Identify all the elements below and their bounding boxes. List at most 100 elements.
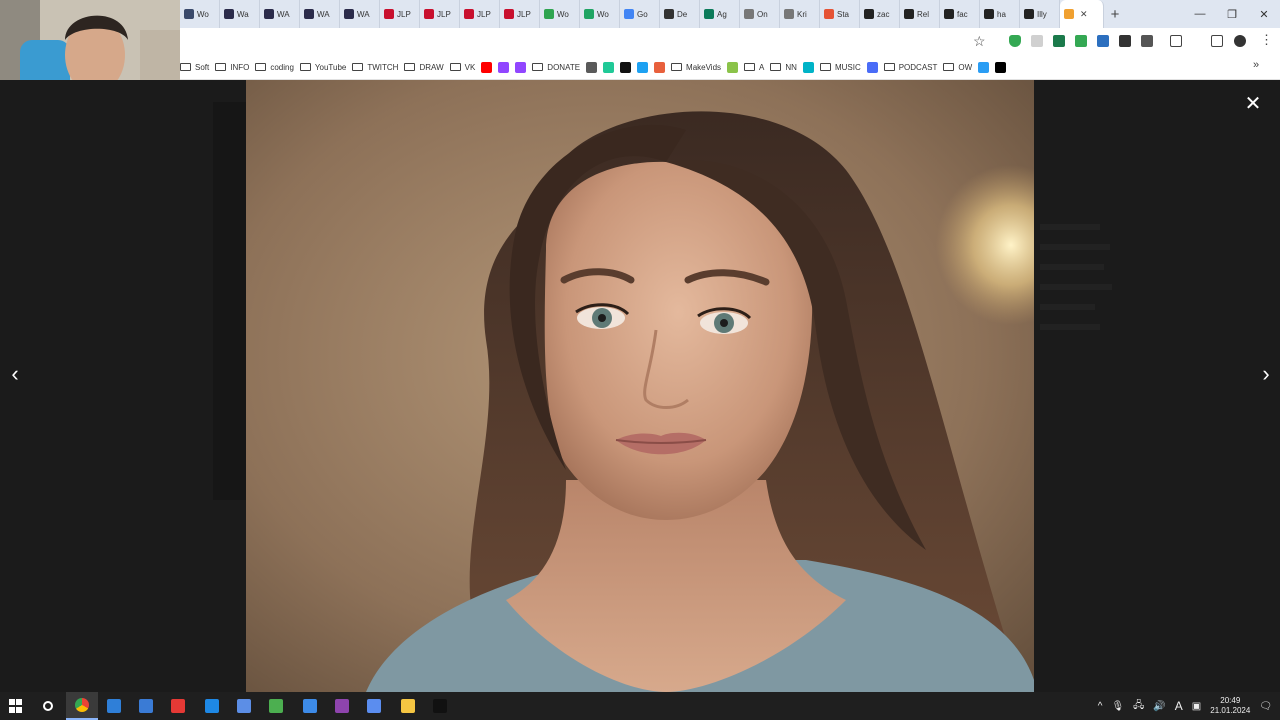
- bookmark-star-icon[interactable]: ☆: [973, 33, 986, 50]
- taskbar-search-button[interactable]: [32, 692, 64, 720]
- browser-tab[interactable]: WA: [300, 0, 340, 28]
- bookmark-folder[interactable]: DRAW: [404, 63, 449, 72]
- browser-tab[interactable]: Wo: [540, 0, 580, 28]
- bookmark-label: A: [759, 62, 765, 72]
- bookmark-folder[interactable]: coding: [255, 63, 300, 72]
- screen-icon[interactable]: ▣: [1192, 701, 1201, 712]
- browser-tab[interactable]: De: [660, 0, 700, 28]
- browser-tab[interactable]: WA: [260, 0, 300, 28]
- browser-tab[interactable]: JLP: [380, 0, 420, 28]
- bookmark-folder[interactable]: YouTube: [299, 63, 352, 72]
- grid-extension-icon[interactable]: [1053, 35, 1065, 47]
- menu-kebab-icon[interactable]: ⋮: [1260, 32, 1273, 48]
- next-image-button[interactable]: ›: [1255, 360, 1277, 388]
- restore-window-button[interactable]: ❐: [1216, 8, 1248, 21]
- taskbar-app-monitor-button[interactable]: [358, 692, 390, 720]
- close-tab-icon[interactable]: ✕: [1080, 9, 1088, 20]
- new-tab-button[interactable]: +: [1104, 6, 1126, 23]
- bookmark-folder[interactable]: INFO: [215, 63, 255, 72]
- taskbar-calculator-button[interactable]: [130, 692, 162, 720]
- bookmark-item[interactable]: [620, 61, 637, 73]
- browser-tab[interactable]: On: [740, 0, 780, 28]
- shield-extension-icon[interactable]: [1009, 35, 1021, 47]
- close-viewer-button[interactable]: ✕: [1242, 93, 1264, 115]
- r-extension-icon[interactable]: [1075, 35, 1087, 47]
- tab-favicon-icon: [784, 9, 794, 19]
- browser-tab[interactable]: Ag: [700, 0, 740, 28]
- background-page-panel: [213, 102, 248, 500]
- bookmark-folder[interactable]: DONATE: [532, 63, 586, 72]
- profile-avatar-icon[interactable]: [1234, 35, 1246, 47]
- bookmark-folder[interactable]: A: [744, 63, 770, 72]
- bookmark-folder[interactable]: OW: [943, 63, 978, 72]
- network-icon[interactable]: 🖧: [1133, 698, 1144, 715]
- browser-tab[interactable]: ha: [980, 0, 1020, 28]
- taskbar-screen-recorder-button[interactable]: [162, 692, 194, 720]
- browser-tab[interactable]: Sta: [820, 0, 860, 28]
- extension-a-icon[interactable]: [1031, 35, 1043, 47]
- taskbar-app-t-button[interactable]: [294, 692, 326, 720]
- close-window-button[interactable]: ✕: [1248, 8, 1280, 21]
- bookmark-item[interactable]: [515, 61, 532, 73]
- browser-tab[interactable]: JLP: [460, 0, 500, 28]
- bookmark-item[interactable]: [978, 61, 995, 73]
- bookmark-item[interactable]: [603, 61, 620, 73]
- taskbar-onenote-button[interactable]: [326, 692, 358, 720]
- bookmark-item[interactable]: [995, 61, 1012, 73]
- bookmark-folder[interactable]: VK: [449, 63, 482, 72]
- tray-expand-icon[interactable]: ^: [1098, 701, 1103, 712]
- taskbar-app-edge-button[interactable]: [196, 692, 228, 720]
- notifications-icon[interactable]: 🗨: [1259, 701, 1272, 712]
- puzzle-extensions-icon[interactable]: [1170, 35, 1182, 47]
- side-panel-icon[interactable]: [1211, 35, 1223, 47]
- volume-icon[interactable]: 🔊: [1153, 701, 1165, 712]
- bookmark-item[interactable]: [586, 61, 603, 73]
- browser-tab[interactable]: Wa: [220, 0, 260, 28]
- browser-tab[interactable]: JLP: [420, 0, 460, 28]
- bookmark-item[interactable]: [481, 61, 498, 73]
- bookmark-item[interactable]: [802, 61, 820, 73]
- taskbar-clock[interactable]: 20:49 21.01.2024: [1210, 696, 1250, 716]
- bookmark-item[interactable]: [637, 61, 654, 73]
- taskbar-notepad-green-button[interactable]: [260, 692, 292, 720]
- taskbar-file-explorer-button[interactable]: [392, 692, 424, 720]
- gear-extension-icon[interactable]: [1141, 35, 1153, 47]
- previous-image-button[interactable]: ‹: [4, 360, 26, 388]
- tab-favicon-icon: [664, 9, 674, 19]
- bookmark-folder[interactable]: MakeVids: [671, 63, 727, 72]
- browser-tab[interactable]: Kri: [780, 0, 820, 28]
- bookmark-folder[interactable]: Soft: [180, 63, 215, 72]
- browser-tab[interactable]: zac: [860, 0, 900, 28]
- browser-tab[interactable]: Wo: [580, 0, 620, 28]
- bookmark-folder[interactable]: NN: [770, 63, 803, 72]
- bookmark-folder[interactable]: TWITCH: [352, 63, 404, 72]
- browser-tab[interactable]: ✕: [1060, 0, 1104, 28]
- chrome-icon: [75, 698, 89, 712]
- microphone-icon[interactable]: 🎙: [1111, 701, 1124, 712]
- taskbar-app-blue-button[interactable]: [98, 692, 130, 720]
- bookmark-item[interactable]: [866, 61, 884, 73]
- tab-title: WA: [277, 9, 290, 19]
- taskbar-windows-start-button[interactable]: [0, 692, 32, 720]
- bookmark-item[interactable]: [654, 61, 671, 73]
- bookmark-folder[interactable]: PODCAST: [883, 63, 944, 72]
- taskbar-app-arrow-button[interactable]: [228, 692, 260, 720]
- bookmark-folder[interactable]: MUSIC: [819, 63, 867, 72]
- sync-extension-icon[interactable]: [1097, 35, 1109, 47]
- browser-tab[interactable]: Rel: [900, 0, 940, 28]
- browser-tab[interactable]: Go: [620, 0, 660, 28]
- bookmark-favicon-icon: [603, 61, 615, 73]
- minimize-window-button[interactable]: —: [1184, 8, 1216, 20]
- input-language-indicator[interactable]: A: [1175, 699, 1183, 713]
- browser-tab[interactable]: WA: [340, 0, 380, 28]
- bookmark-item[interactable]: [727, 61, 744, 73]
- browser-tab[interactable]: Illy: [1020, 0, 1060, 28]
- bookmark-item[interactable]: [498, 61, 515, 73]
- taskbar-chrome-button[interactable]: [66, 692, 98, 720]
- bookmarks-overflow-icon[interactable]: »: [1253, 59, 1259, 71]
- browser-tab[interactable]: JLP: [500, 0, 540, 28]
- gamepad-extension-icon[interactable]: [1119, 35, 1131, 47]
- taskbar-terminal-button[interactable]: [424, 692, 456, 720]
- browser-tab[interactable]: fac: [940, 0, 980, 28]
- browser-tab[interactable]: Wo: [180, 0, 220, 28]
